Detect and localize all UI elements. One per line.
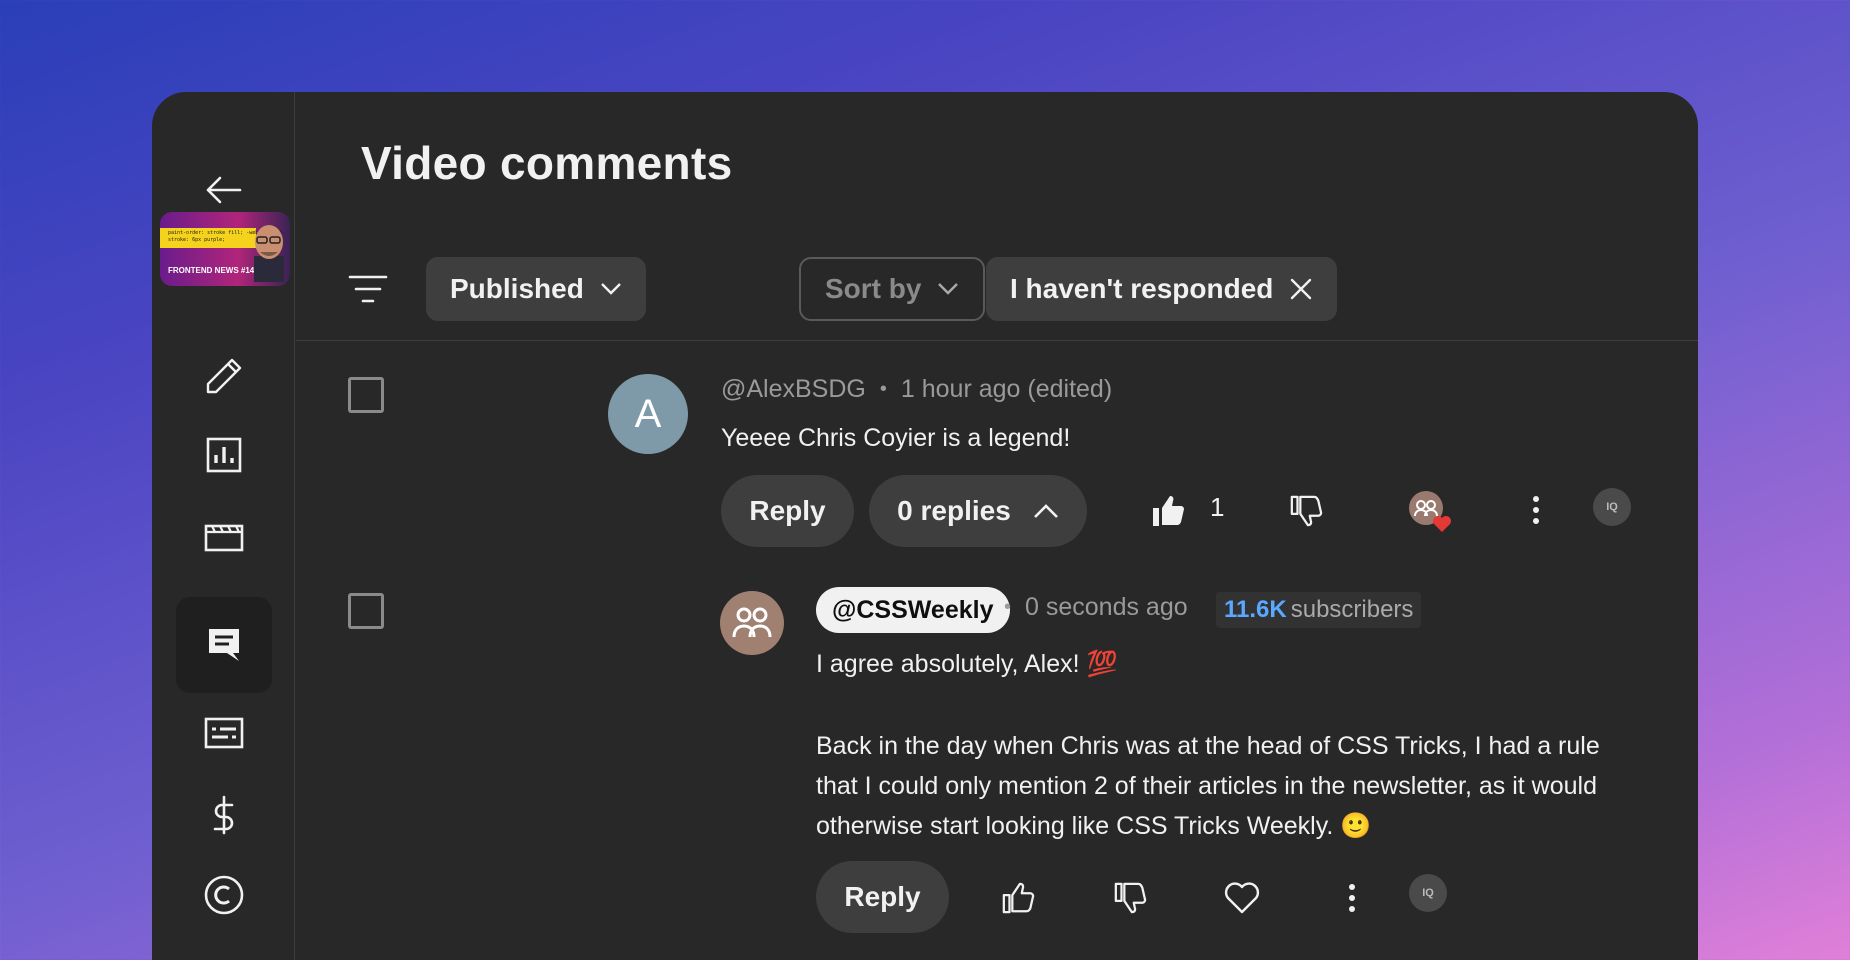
sidebar-item-editor[interactable]	[176, 490, 272, 586]
like-count: 1	[1210, 492, 1225, 522]
dislike-button[interactable]	[1110, 878, 1150, 918]
separator-dot: •	[1004, 596, 1012, 618]
separator-dot: •	[879, 378, 887, 400]
subscriber-label: subscribers	[1290, 596, 1414, 623]
studio-window: paint-order: stroke fill; -webkit-text-s…	[152, 92, 1698, 960]
replies-toggle-button[interactable]: 0 replies	[869, 475, 1087, 547]
channel-avatar-icon	[732, 607, 772, 638]
more-options-button[interactable]	[1524, 492, 1548, 528]
copyright-icon	[204, 875, 244, 915]
sidebar: paint-order: stroke fill; -webkit-text-s…	[152, 92, 295, 960]
reply-meta: • 0 seconds ago	[990, 593, 1188, 622]
responded-filter-chip[interactable]: I haven't responded	[986, 257, 1338, 321]
thumbs-up-icon	[1153, 496, 1184, 526]
like-button[interactable]	[1148, 490, 1188, 532]
creator-heart-button[interactable]	[1406, 488, 1456, 536]
heart-button[interactable]	[1222, 878, 1262, 918]
sidebar-item-analytics[interactable]	[176, 407, 272, 503]
reply-text-line-3: that I could only mention 2 of their art…	[816, 772, 1597, 800]
sidebar-item-copyright[interactable]	[176, 847, 272, 943]
chevron-down-icon	[600, 283, 621, 295]
dollar-icon	[213, 795, 234, 835]
subscriber-count-badge: 11.6K subscribers	[1216, 592, 1422, 628]
more-vert-icon	[1349, 884, 1355, 912]
reply-text-line-4: otherwise start looking like CSS Tricks …	[816, 812, 1372, 840]
reply-button[interactable]: Reply	[816, 861, 949, 933]
thumbs-up-icon	[1002, 882, 1035, 914]
published-filter-label: Published	[450, 273, 584, 304]
comment-time[interactable]: 1 hour ago (edited)	[901, 375, 1112, 404]
clapperboard-icon	[204, 524, 244, 552]
moderator-badge[interactable]: IQ	[1593, 488, 1631, 526]
close-icon[interactable]	[1289, 277, 1313, 301]
comment-checkbox[interactable]	[348, 377, 384, 413]
sort-by-dropdown[interactable]: Sort by	[799, 257, 986, 321]
filter-bar: Published Sort by I haven't responded	[296, 257, 1698, 341]
reply-time[interactable]: 0 seconds ago	[1025, 593, 1188, 622]
filter-icon[interactable]	[346, 269, 390, 309]
sort-by-label: Sort by	[825, 273, 922, 304]
like-button[interactable]	[998, 878, 1038, 918]
video-thumbnail[interactable]: paint-order: stroke fill; -webkit-text-s…	[160, 212, 290, 286]
chevron-down-icon	[938, 283, 959, 295]
comment-icon	[209, 629, 239, 661]
replies-count-label: 0 replies	[897, 495, 1011, 526]
page-title: Video comments	[361, 137, 733, 189]
comment-author[interactable]: @AlexBSDG	[721, 375, 866, 404]
thumbs-down-icon	[1290, 495, 1323, 527]
published-filter-chip[interactable]: Published	[426, 257, 646, 321]
moderator-badge[interactable]: IQ	[1409, 874, 1447, 912]
responded-filter-label: I haven't responded	[1010, 273, 1274, 304]
arrow-left-icon	[206, 176, 242, 204]
more-vert-icon	[1533, 496, 1539, 524]
creator-hearted-icon	[1409, 491, 1451, 532]
reply-checkbox[interactable]	[348, 593, 384, 629]
dislike-button[interactable]	[1286, 490, 1326, 532]
comment-text: Yeeee Chris Coyier is a legend!	[721, 424, 1071, 452]
channel-handle-chip[interactable]: @CSSWeekly	[816, 587, 1010, 633]
heart-icon	[1224, 882, 1260, 914]
avatar[interactable]: A	[608, 374, 688, 454]
subscriber-count: 11.6K	[1224, 596, 1287, 623]
presenter-face-image	[254, 225, 284, 282]
more-options-button[interactable]	[1340, 880, 1364, 916]
main-content: Video comments Published Sort by I haven…	[296, 92, 1698, 960]
reply-text-line-1: I agree absolutely, Alex! 💯	[816, 650, 1118, 678]
reply-button[interactable]: Reply	[721, 475, 854, 547]
comment-meta: @AlexBSDG • 1 hour ago (edited)	[721, 375, 1112, 404]
subtitles-icon	[204, 717, 244, 749]
avatar[interactable]	[720, 591, 784, 655]
thumbnail-label: FRONTEND NEWS #14	[168, 266, 255, 275]
bar-chart-icon	[206, 437, 242, 473]
thumbs-down-icon	[1114, 882, 1147, 914]
sidebar-item-comments[interactable]	[176, 597, 272, 693]
reply-text-line-2: Back in the day when Chris was at the he…	[816, 732, 1600, 760]
chevron-up-icon	[1033, 504, 1058, 518]
pencil-icon	[206, 358, 242, 394]
